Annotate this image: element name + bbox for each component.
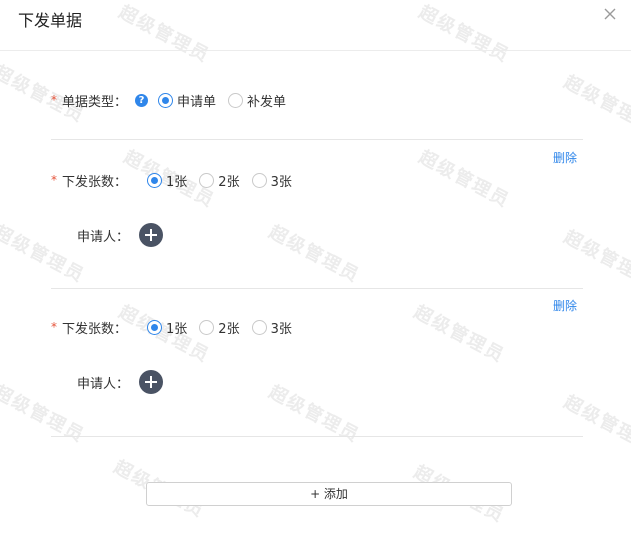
count-option-1[interactable]: 1张 xyxy=(147,318,187,337)
doc-type-label-text: 单据类型： xyxy=(62,94,128,110)
divider xyxy=(51,436,583,437)
help-icon[interactable]: ? xyxy=(135,93,149,107)
count-label-text: 下发张数： xyxy=(62,174,128,190)
count-option-3[interactable]: 3张 xyxy=(251,171,292,190)
radio-label: 2张 xyxy=(218,321,240,337)
add-applicant-icon[interactable] xyxy=(139,370,164,394)
required-mark: * xyxy=(51,173,57,187)
radio-label: 1张 xyxy=(166,321,188,337)
required-mark: * xyxy=(51,93,57,107)
dialog-header: 下发单据 xyxy=(0,0,631,51)
divider xyxy=(51,139,583,140)
radio-unchecked-icon[interactable] xyxy=(251,172,267,188)
watermark: 超级管理员 xyxy=(265,381,364,448)
radio-unchecked-icon[interactable] xyxy=(228,92,244,108)
divider xyxy=(51,288,583,289)
doc-type-option-reissue[interactable]: 补发单 xyxy=(228,91,286,110)
doc-type-row: * 单据类型： ? 申请单 补发单 xyxy=(51,88,298,112)
watermark: 超级管理员 xyxy=(265,221,364,288)
radio-label: 3张 xyxy=(270,174,292,190)
radio-checked-icon[interactable] xyxy=(147,172,163,188)
dialog-title: 下发单据 xyxy=(18,11,83,30)
radio-label: 申请单 xyxy=(177,94,217,110)
radio-label: 2张 xyxy=(218,174,240,190)
applicant-label: 申请人： xyxy=(77,376,130,392)
count-option-1[interactable]: 1张 xyxy=(147,171,187,190)
watermark: 超级管理员 xyxy=(560,391,631,458)
close-icon[interactable] xyxy=(600,4,620,24)
watermark: 超级管理员 xyxy=(410,301,509,368)
count-option-3[interactable]: 3张 xyxy=(251,318,292,337)
radio-checked-icon[interactable] xyxy=(158,92,174,108)
delete-group-2-link[interactable]: 删除 xyxy=(553,297,577,314)
count-label: * 下发张数： xyxy=(51,171,127,190)
doc-type-option-apply[interactable]: 申请单 xyxy=(158,91,216,110)
count-row-1: * 下发张数： 1张 2张 3张 xyxy=(51,168,304,192)
radio-unchecked-icon[interactable] xyxy=(199,172,215,188)
applicant-row-1: 申请人： xyxy=(77,222,164,248)
delete-group-1-link[interactable]: 删除 xyxy=(553,149,577,166)
watermark: 超级管理员 xyxy=(415,146,514,213)
required-mark: * xyxy=(51,320,57,334)
applicant-label: 申请人： xyxy=(77,229,130,245)
count-row-2: * 下发张数： 1张 2张 3张 xyxy=(51,315,304,339)
add-group-button[interactable]: + 添加 xyxy=(146,482,512,506)
radio-checked-icon[interactable] xyxy=(147,319,163,335)
doc-type-label: * 单据类型： xyxy=(51,91,127,110)
radio-unchecked-icon[interactable] xyxy=(251,319,267,335)
count-label: * 下发张数： xyxy=(51,318,127,337)
count-option-2[interactable]: 2张 xyxy=(199,318,240,337)
count-option-2[interactable]: 2张 xyxy=(199,171,240,190)
applicant-row-2: 申请人： xyxy=(77,369,164,395)
radio-label: 1张 xyxy=(166,174,188,190)
watermark: 超级管理员 xyxy=(560,71,631,138)
radio-unchecked-icon[interactable] xyxy=(199,319,215,335)
radio-label: 3张 xyxy=(270,321,292,337)
count-label-text: 下发张数： xyxy=(62,321,128,337)
watermark: 超级管理员 xyxy=(560,226,631,293)
add-applicant-icon[interactable] xyxy=(139,223,164,247)
radio-label: 补发单 xyxy=(247,94,287,110)
